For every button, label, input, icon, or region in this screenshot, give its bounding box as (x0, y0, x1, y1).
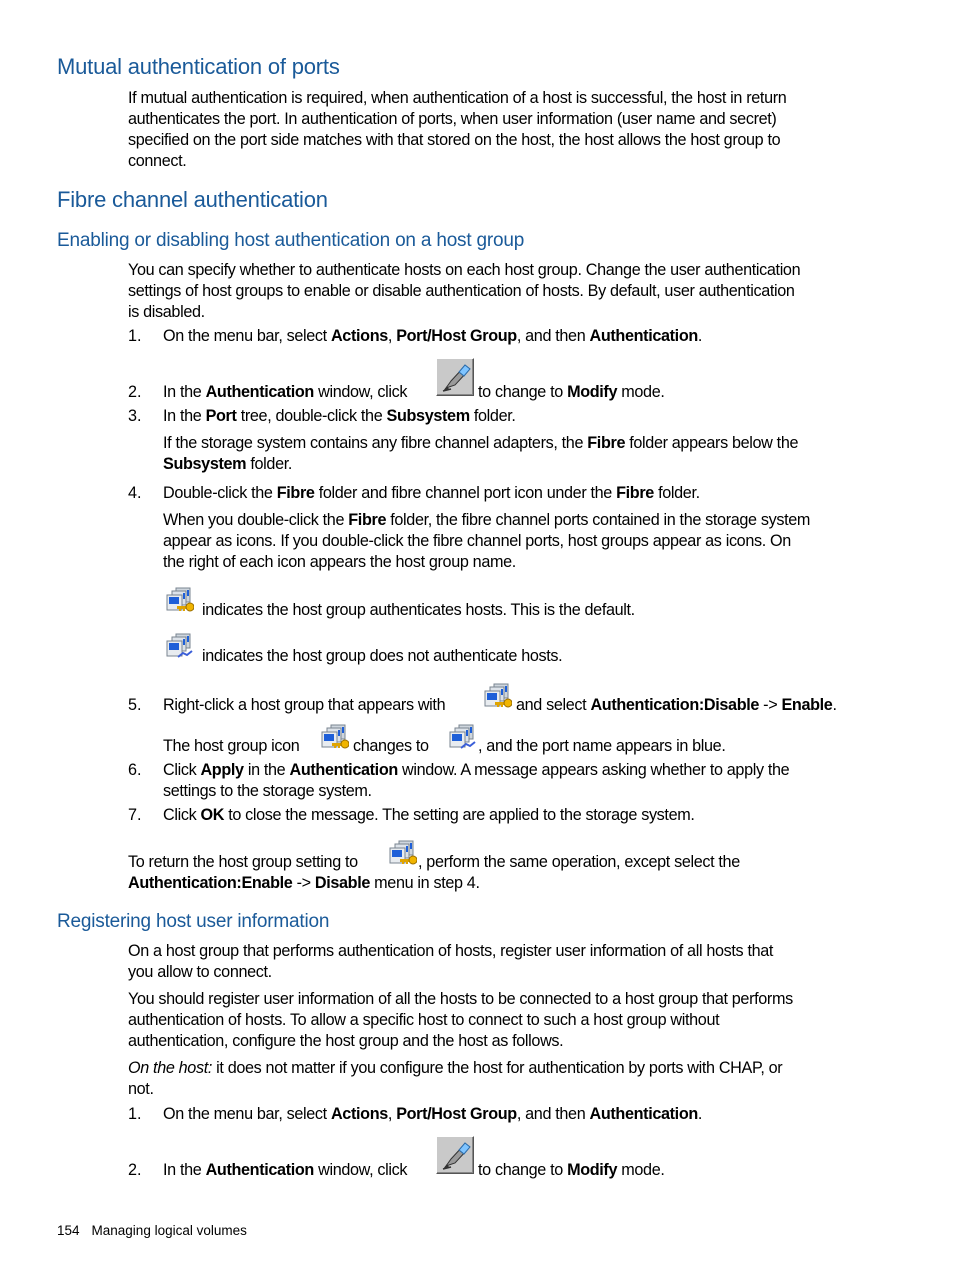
enabling-step-6: Click Apply in the Authentication window… (163, 761, 790, 779)
menu-actions: Actions (330, 327, 388, 345)
step-5-note-a: The host group icon (163, 737, 300, 755)
registering-p2-2: authentication of hosts. To allow a spec… (128, 1011, 720, 1029)
enabling-step-2-a: In the Authentication window, click (163, 383, 408, 401)
step-number: 5. (128, 696, 142, 714)
menu-authentication: Authentication (589, 327, 699, 345)
chapter-title: Managing logical volumes (91, 1223, 247, 1238)
enabling-intro-3: is disabled. (128, 303, 205, 321)
step-5-note-b: changes to (353, 737, 429, 755)
return-line-1-b: , perform the same operation, except sel… (418, 853, 740, 871)
heading-enabling-disabling: Enabling or disabling host authenticatio… (57, 230, 525, 251)
icon-noauth-description: indicates the host group does not authen… (202, 647, 563, 665)
enabling-step-2-b: to change to Modify mode. (478, 383, 665, 401)
step-number: 4. (128, 484, 142, 502)
step-3-note-2: Subsystem folder. (163, 455, 293, 473)
ok-label: OK (200, 806, 225, 824)
footer: 154 Managing logical volumes (57, 1223, 247, 1238)
step-4-note-2: appear as icons. If you double-click the… (163, 532, 791, 550)
mutual-line-3: specified on the port side matches with … (128, 131, 781, 149)
menu-authentication-disable: Authentication:Disable (590, 696, 760, 714)
mutual-line-1: If mutual authentication is required, wh… (128, 89, 787, 107)
step-number: 2. (128, 383, 142, 401)
enabling-intro-2: settings of host groups to enable or dis… (128, 282, 795, 300)
step-number: 2. (128, 1161, 142, 1179)
page-number: 154 (57, 1223, 80, 1238)
heading-registering-host-user-information: Registering host user information (57, 911, 330, 932)
step-number: 1. (128, 327, 142, 345)
mutual-line-2: authenticates the port. In authenticatio… (128, 110, 777, 128)
enabling-step-7: Click OK to close the message. The setti… (163, 806, 695, 824)
heading-mutual-authentication: Mutual authentication of ports (57, 54, 340, 79)
enabling-intro-1: You can specify whether to authenticate … (128, 261, 801, 279)
menu-port-host-group: Port/Host Group (396, 327, 517, 345)
heading-fibre-channel-authentication: Fibre channel authentication (57, 187, 328, 212)
registering-step-1: On the menu bar, select Actions, Port/Ho… (163, 1105, 703, 1123)
step-5-note-c: , and the port name appears in blue. (478, 737, 726, 755)
registering-p1-1: On a host group that performs authentica… (128, 942, 774, 960)
step-number: 6. (128, 761, 142, 779)
enabling-step-6-line-2: settings to the storage system. (163, 782, 372, 800)
registering-p3-2: not. (128, 1080, 154, 1098)
registering-p3-1: On the host: it does not matter if you c… (128, 1059, 783, 1077)
step-number: 7. (128, 806, 142, 824)
mutual-line-4: connect. (128, 152, 187, 170)
enabling-step-5-a: Right-click a host group that appears wi… (163, 696, 446, 714)
icon-auth-description: indicates the host group authenticates h… (202, 601, 635, 619)
registering-p2-3: authentication, configure the host group… (128, 1032, 564, 1050)
step-number: 1. (128, 1105, 142, 1123)
enabling-step-3: In the Port tree, double-click the Subsy… (163, 407, 516, 425)
menu-enable: Enable (781, 696, 833, 714)
return-line-1-a: To return the host group setting to (128, 853, 358, 871)
host-group-unauthenticated-icon (166, 633, 194, 663)
registering-p2-1: You should register user information of … (128, 990, 793, 1008)
apply-label: Apply (200, 761, 244, 779)
step-number: 3. (128, 407, 142, 425)
step-3-note-1: If the storage system contains any fibre… (163, 434, 799, 452)
registering-step-2-a: In the Authentication window, click (163, 1161, 408, 1179)
return-line-2: Authentication:Enable -> Disable menu in… (128, 874, 480, 892)
host-group-unauthenticated-icon (449, 724, 477, 754)
host-group-authenticated-icon (389, 840, 418, 870)
host-group-authenticated-icon (484, 683, 513, 713)
step-4-note-3: the right of each icon appears the host … (163, 553, 516, 571)
host-group-authenticated-icon (166, 587, 195, 617)
enabling-step-1: On the menu bar, select Actions, Port/Ho… (163, 327, 703, 345)
registering-p1-2: you allow to connect. (128, 963, 272, 981)
modify-pen-icon[interactable] (436, 358, 474, 396)
enabling-step-4: Double-click the Fibre folder and fibre … (163, 484, 700, 502)
step-4-note-1: When you double-click the Fibre folder, … (163, 511, 811, 529)
host-group-authenticated-icon (321, 724, 350, 754)
registering-step-2-b: to change to Modify mode. (478, 1161, 665, 1179)
modify-pen-icon[interactable] (436, 1136, 474, 1174)
enabling-step-5-b: and select Authentication:Disable -> Ena… (516, 696, 837, 714)
